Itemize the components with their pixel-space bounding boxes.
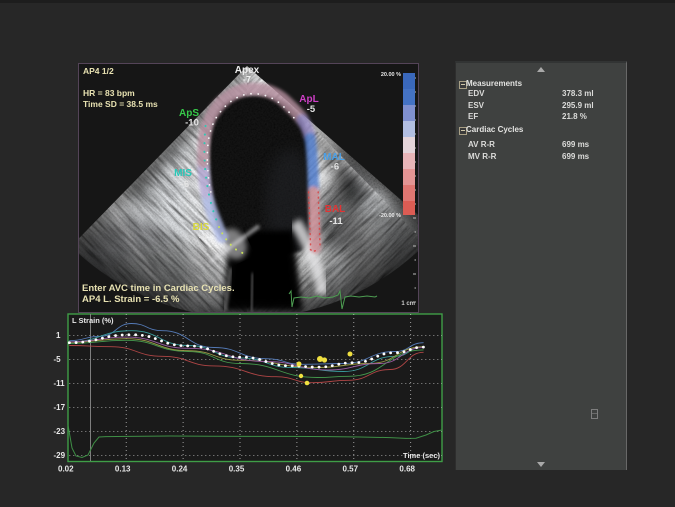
svg-text:-5: -5: [307, 104, 316, 115]
svg-text:Time SD = 38.5 ms: Time SD = 38.5 ms: [83, 99, 158, 109]
svg-text:-10: -10: [185, 118, 199, 129]
svg-text:HR = 83 bpm: HR = 83 bpm: [83, 88, 135, 98]
svg-text:0.02: 0.02: [58, 465, 74, 474]
svg-text:-4: -4: [199, 232, 208, 243]
svg-text:1 cm: 1 cm: [401, 301, 415, 307]
svg-text:BAL: BAL: [325, 204, 346, 215]
svg-text:-5: -5: [54, 355, 62, 364]
svg-text:AP4 1/2: AP4 1/2: [83, 66, 114, 76]
svg-text:0.35: 0.35: [229, 465, 245, 474]
svg-text:-23: -23: [54, 427, 66, 436]
svg-text:-6: -6: [181, 179, 189, 190]
svg-text:-17: -17: [54, 403, 66, 412]
svg-text:-6: -6: [331, 162, 339, 173]
svg-text:20.00 %: 20.00 %: [381, 72, 401, 78]
svg-text:0.24: 0.24: [172, 465, 188, 474]
svg-text:MIS: MIS: [174, 168, 192, 179]
svg-text:L Strain (%): L Strain (%): [72, 316, 114, 325]
svg-text:AP4 L. Strain = -6.5 %: AP4 L. Strain = -6.5 %: [82, 294, 180, 305]
svg-text:0.57: 0.57: [343, 465, 359, 474]
svg-text:0.46: 0.46: [286, 465, 302, 474]
svg-text:-20.00 %: -20.00 %: [379, 213, 401, 219]
svg-text:-29: -29: [54, 451, 66, 460]
svg-text:Enter AVC time in Cardiac Cycl: Enter AVC time in Cardiac Cycles.: [82, 283, 235, 294]
svg-text:-11: -11: [329, 216, 343, 227]
svg-text:0.13: 0.13: [115, 465, 131, 474]
svg-text:Time (sec): Time (sec): [403, 451, 440, 460]
svg-text:-11: -11: [54, 379, 66, 388]
svg-text:1: 1: [56, 331, 61, 340]
svg-text:0.68: 0.68: [399, 465, 415, 474]
svg-text:-7: -7: [243, 75, 251, 85]
